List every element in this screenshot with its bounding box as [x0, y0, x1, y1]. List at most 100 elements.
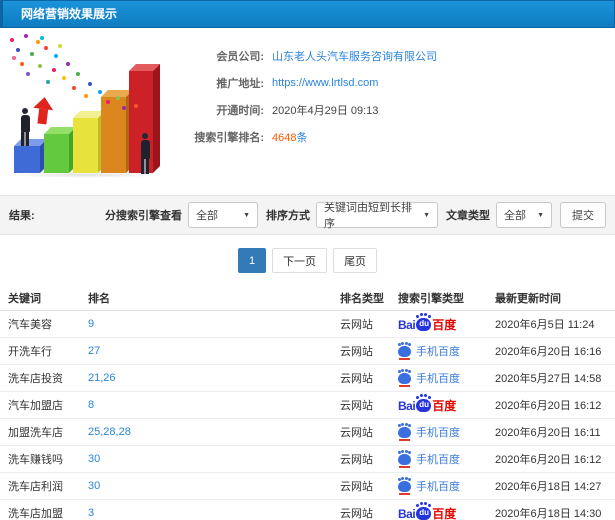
- info-section: 会员公司: 山东老人头汽车服务咨询有限公司 推广地址: https://www.…: [0, 28, 615, 186]
- open-time-value: 2020年4月29日 09:13: [272, 104, 379, 117]
- updated-cell: 2020年5月27日 14:58: [495, 373, 602, 385]
- col-engine-type: 搜索引擎类型: [398, 292, 464, 305]
- bar-green: [44, 127, 76, 173]
- table-row: 加盟洗车店 25,28,28 云网站 手机百度 2020年6月20日 16:11: [0, 419, 615, 446]
- company-link[interactable]: 山东老人头汽车服务咨询有限公司: [272, 48, 437, 64]
- keyword-cell: 洗车店加盟: [8, 508, 63, 520]
- mobile-baidu-logo: 手机百度: [398, 424, 460, 441]
- rank-count-value: 4648: [272, 131, 297, 144]
- article-type-label: 文章类型: [446, 210, 490, 222]
- rank-link[interactable]: 3: [88, 507, 94, 519]
- mobile-baidu-logo: 手机百度: [398, 451, 460, 468]
- rank-link[interactable]: 30: [88, 480, 100, 492]
- bar-yellow: [73, 111, 105, 173]
- open-time-label: 开通时间:: [216, 104, 264, 117]
- rank-type-cell: 云网站: [340, 319, 373, 331]
- baidu-logo: Bai du 百度: [398, 395, 457, 413]
- baidu-paw-icon: du: [416, 503, 432, 520]
- pagination: 1 下一页 尾页: [0, 248, 615, 273]
- keyword-cell: 洗车店投资: [8, 373, 63, 385]
- info-row-rank-count: 搜索引擎排名: 4648条: [178, 123, 615, 150]
- table-header-row: 关键词 排名 排名类型 搜索引擎类型 最新更新时间: [0, 285, 615, 311]
- engine-filter-select[interactable]: 全部 ▼: [188, 202, 258, 228]
- sort-label: 排序方式: [266, 210, 310, 222]
- rank-count-label: 搜索引擎排名:: [194, 131, 264, 144]
- updated-cell: 2020年6月18日 14:30: [495, 508, 602, 520]
- info-row-open-time: 开通时间: 2020年4月29日 09:13: [178, 96, 615, 123]
- rank-link[interactable]: 21,26: [88, 372, 116, 384]
- engine-filter-value: 全部: [196, 210, 218, 222]
- company-info: 会员公司: 山东老人头汽车服务咨询有限公司 推广地址: https://www.…: [178, 28, 615, 186]
- filter-bar: 结果: 分搜索引擎查看 全部 ▼ 排序方式 关键词由短到长排序 ▼ 文章类型 全…: [0, 195, 615, 235]
- table-row: 洗车店利润 30 云网站 手机百度 2020年6月18日 14:27: [0, 473, 615, 500]
- mobile-baidu-logo: 手机百度: [398, 370, 460, 387]
- rank-type-cell: 云网站: [340, 454, 373, 466]
- updated-cell: 2020年6月5日 11:24: [495, 319, 595, 331]
- keyword-cell: 汽车美容: [8, 319, 52, 331]
- sort-value: 关键词由短到长排序: [324, 202, 412, 230]
- col-keyword: 关键词: [8, 292, 41, 305]
- page-1-button[interactable]: 1: [237, 248, 267, 273]
- col-rank-type: 排名类型: [340, 292, 384, 305]
- chevron-down-icon: ▼: [423, 211, 430, 219]
- table-row: 洗车店加盟 3 云网站 Bai du 百度 2020年6月18日 14:30: [0, 500, 615, 520]
- article-type-value: 全部: [504, 210, 526, 222]
- confetti-dots: [10, 38, 14, 42]
- rank-link[interactable]: 8: [88, 399, 94, 411]
- mobile-baidu-logo: 手机百度: [398, 343, 460, 360]
- updated-cell: 2020年6月20日 16:11: [495, 427, 601, 439]
- baidu-logo: Bai du 百度: [398, 503, 457, 520]
- next-page-button[interactable]: 下一页: [272, 248, 328, 273]
- baidu-paw-icon: du: [416, 395, 432, 412]
- rank-type-cell: 云网站: [340, 346, 373, 358]
- promo-url-link[interactable]: https://www.lrtlsd.com: [272, 77, 378, 89]
- table-row: 汽车加盟店 8 云网站 Bai du 百度 2020年6月20日 16:12: [0, 392, 615, 419]
- rank-type-cell: 云网站: [340, 508, 373, 520]
- rank-type-cell: 云网站: [340, 427, 373, 439]
- page-header: 网络营销效果展示: [0, 0, 615, 28]
- info-row-company: 会员公司: 山东老人头汽车服务咨询有限公司: [178, 42, 615, 69]
- mobile-baidu-paw-icon: [398, 370, 411, 387]
- last-page-button[interactable]: 尾页: [333, 248, 378, 273]
- rank-type-cell: 云网站: [340, 400, 373, 412]
- updated-cell: 2020年6月20日 16:12: [495, 454, 602, 466]
- updated-cell: 2020年6月18日 14:27: [495, 481, 602, 493]
- col-updated: 最新更新时间: [495, 292, 561, 305]
- sort-select[interactable]: 关键词由短到长排序 ▼: [316, 202, 438, 230]
- keyword-cell: 汽车加盟店: [8, 400, 63, 412]
- businessman-figure-right: [138, 133, 152, 174]
- rank-type-cell: 云网站: [340, 481, 373, 493]
- mobile-baidu-paw-icon: [398, 424, 411, 441]
- promo-url-label: 推广地址:: [216, 77, 264, 90]
- col-rank: 排名: [88, 292, 110, 305]
- company-label: 会员公司:: [216, 50, 264, 63]
- keyword-cell: 开洗车行: [8, 346, 52, 358]
- rank-link[interactable]: 9: [88, 318, 94, 330]
- keyword-cell: 洗车赚钱吗: [8, 454, 63, 466]
- rank-table: 关键词 排名 排名类型 搜索引擎类型 最新更新时间 汽车美容 9 云网站 Bai…: [0, 285, 615, 520]
- baidu-logo: Bai du 百度: [398, 314, 457, 332]
- keyword-cell: 加盟洗车店: [8, 427, 63, 439]
- baidu-paw-icon: du: [416, 314, 432, 331]
- rank-type-cell: 云网站: [340, 373, 373, 385]
- rank-link[interactable]: 30: [88, 453, 100, 465]
- marketing-illustration: [0, 28, 178, 186]
- chevron-down-icon: ▼: [537, 211, 544, 219]
- mobile-baidu-paw-icon: [398, 478, 411, 495]
- mobile-baidu-paw-icon: [398, 451, 411, 468]
- updated-cell: 2020年6月20日 16:16: [495, 346, 602, 358]
- table-row: 汽车美容 9 云网站 Bai du 百度 2020年6月5日 11:24: [0, 311, 615, 338]
- rank-link[interactable]: 25,28,28: [88, 426, 131, 438]
- mobile-baidu-paw-icon: [398, 343, 411, 360]
- red-up-arrow-icon: [31, 95, 55, 125]
- page: 网络营销效果展示 会员公司: 山东老人头汽车服务咨询有限公司 推广地址: htt…: [0, 0, 615, 520]
- table-row: 开洗车行 27 云网站 手机百度 2020年6月20日 16:16: [0, 338, 615, 365]
- rank-link[interactable]: 27: [88, 345, 100, 357]
- submit-button[interactable]: 提交: [560, 202, 606, 228]
- rank-count-unit: 条: [296, 131, 308, 144]
- chevron-down-icon: ▼: [243, 211, 250, 219]
- updated-cell: 2020年6月20日 16:12: [495, 400, 602, 412]
- page-title: 网络营销效果展示: [21, 7, 118, 21]
- engine-filter-label: 分搜索引擎查看: [105, 210, 182, 222]
- article-type-select[interactable]: 全部 ▼: [496, 202, 552, 228]
